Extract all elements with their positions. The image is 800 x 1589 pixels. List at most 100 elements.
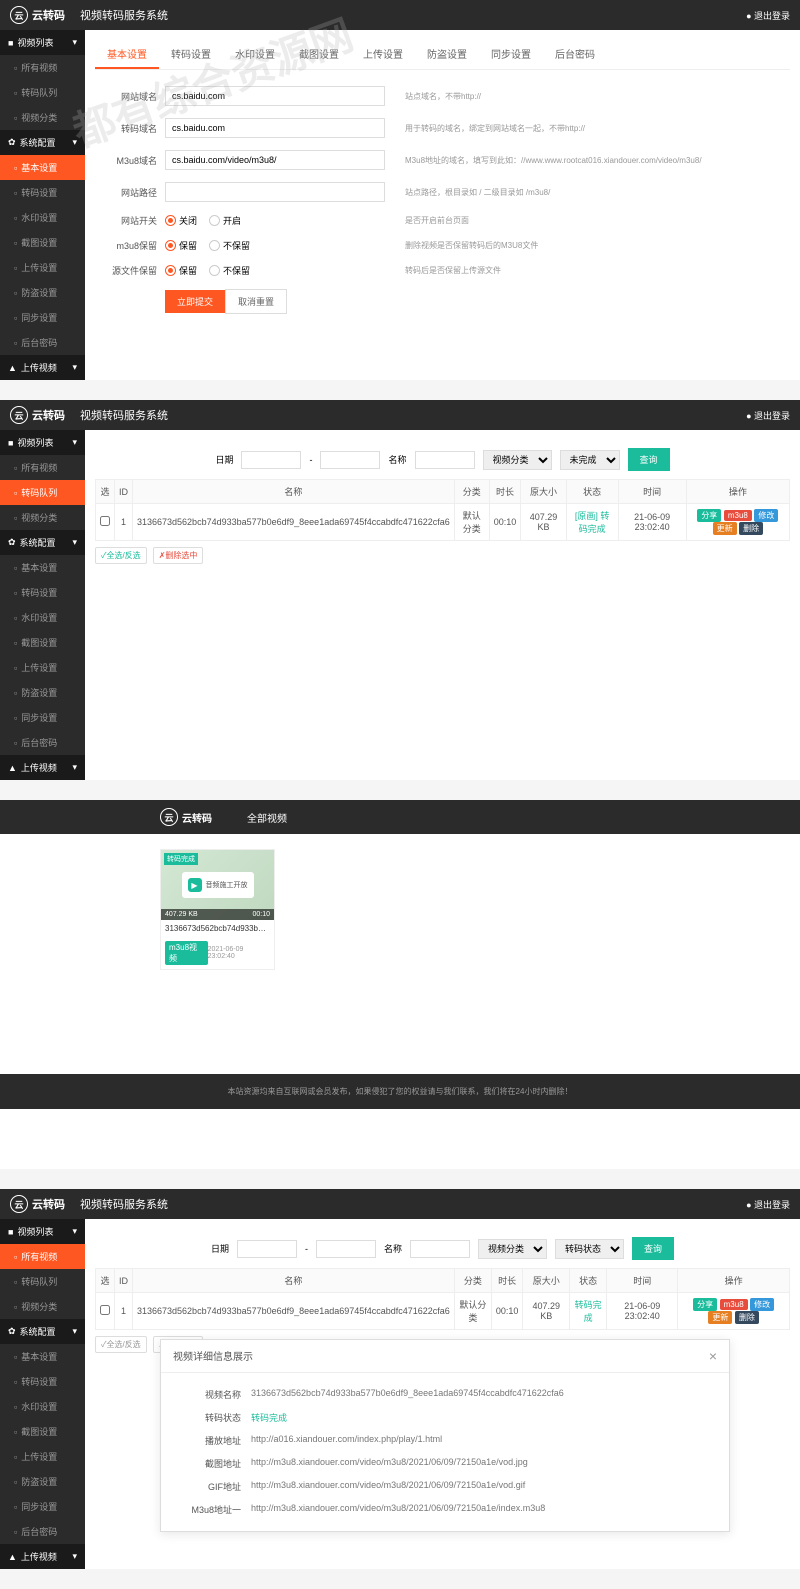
- sidebar-item-转码队列[interactable]: ▫转码队列: [0, 480, 85, 505]
- tab-基本设置[interactable]: 基本设置: [95, 40, 159, 69]
- row-checkbox[interactable]: [100, 1305, 110, 1315]
- sidebar-item-防盗设置[interactable]: ▫防盗设置: [0, 1469, 85, 1494]
- action-更新[interactable]: 更新: [708, 1311, 732, 1324]
- name-input[interactable]: [415, 451, 475, 469]
- radio-option[interactable]: 保留: [165, 264, 197, 277]
- reset-button[interactable]: 取消重置: [225, 289, 287, 314]
- form-input-M3u8域名[interactable]: [165, 150, 385, 170]
- action-分享[interactable]: 分享: [693, 1298, 717, 1311]
- status-select[interactable]: 转码状态: [555, 1239, 624, 1259]
- modal-close-button[interactable]: ×: [709, 1348, 717, 1364]
- thumb-status-badge: 转码完成: [164, 853, 198, 865]
- action-m3u8[interactable]: m3u8: [724, 510, 752, 521]
- radio-option[interactable]: 不保留: [209, 239, 250, 252]
- tab-水印设置[interactable]: 水印设置: [223, 40, 287, 69]
- logout-link[interactable]: ● 退出登录: [746, 409, 790, 422]
- date-from-input[interactable]: [237, 1240, 297, 1258]
- sidebar-item-视频列表[interactable]: ■视频列表▾: [0, 430, 85, 455]
- delete-selected-button[interactable]: ✗删除选中: [153, 547, 204, 564]
- sidebar-item-水印设置[interactable]: ▫水印设置: [0, 605, 85, 630]
- sidebar-item-上传视频[interactable]: ▲上传视频▾: [0, 755, 85, 780]
- radio-option[interactable]: 开启: [209, 214, 241, 227]
- date-to-input[interactable]: [320, 451, 380, 469]
- date-to-input[interactable]: [316, 1240, 376, 1258]
- sidebar-item-所有视频[interactable]: ▫所有视频: [0, 455, 85, 480]
- sidebar-item-系统配置[interactable]: ✿系统配置▾: [0, 1319, 85, 1344]
- tab-上传设置[interactable]: 上传设置: [351, 40, 415, 69]
- action-更新[interactable]: 更新: [713, 522, 737, 535]
- sidebar-item-视频分类[interactable]: ▫视频分类: [0, 1294, 85, 1319]
- sidebar-item-转码设置[interactable]: ▫转码设置: [0, 580, 85, 605]
- name-input[interactable]: [410, 1240, 470, 1258]
- sidebar-item-截图设置[interactable]: ▫截图设置: [0, 1419, 85, 1444]
- sidebar-item-转码设置[interactable]: ▫转码设置: [0, 180, 85, 205]
- sidebar-item-上传设置[interactable]: ▫上传设置: [0, 655, 85, 680]
- select-all-button[interactable]: ✓全选/反选: [95, 1336, 147, 1353]
- sidebar-item-所有视频[interactable]: ▫所有视频: [0, 1244, 85, 1269]
- logout-link[interactable]: ● 退出登录: [746, 9, 790, 22]
- sidebar-item-水印设置[interactable]: ▫水印设置: [0, 205, 85, 230]
- row-checkbox[interactable]: [100, 516, 110, 526]
- sidebar-item-水印设置[interactable]: ▫水印设置: [0, 1394, 85, 1419]
- modal-row: 播放地址http://a016.xiandouer.com/index.php/…: [181, 1429, 709, 1452]
- sidebar-item-同步设置[interactable]: ▫同步设置: [0, 305, 85, 330]
- sidebar-item-截图设置[interactable]: ▫截图设置: [0, 230, 85, 255]
- action-m3u8[interactable]: m3u8: [720, 1299, 748, 1310]
- sidebar-item-视频分类[interactable]: ▫视频分类: [0, 105, 85, 130]
- sidebar-item-上传设置[interactable]: ▫上传设置: [0, 1444, 85, 1469]
- form-input-转码域名[interactable]: [165, 118, 385, 138]
- sidebar-item-同步设置[interactable]: ▫同步设置: [0, 1494, 85, 1519]
- video-card[interactable]: 转码完成 ▶音频施工开放 407.29 KB00:10 3136673d562b…: [160, 849, 275, 970]
- sidebar-item-转码设置[interactable]: ▫转码设置: [0, 1369, 85, 1394]
- action-分享[interactable]: 分享: [697, 509, 721, 522]
- tab-截图设置[interactable]: 截图设置: [287, 40, 351, 69]
- sidebar-item-后台密码[interactable]: ▫后台密码: [0, 330, 85, 355]
- radio-option[interactable]: 不保留: [209, 264, 250, 277]
- search-button[interactable]: 查询: [632, 1237, 674, 1260]
- sidebar-item-系统配置[interactable]: ✿系统配置▾: [0, 530, 85, 555]
- tab-防盗设置[interactable]: 防盗设置: [415, 40, 479, 69]
- sidebar-item-后台密码[interactable]: ▫后台密码: [0, 730, 85, 755]
- category-select[interactable]: 视频分类: [483, 450, 552, 470]
- sidebar-item-防盗设置[interactable]: ▫防盗设置: [0, 280, 85, 305]
- nav-all-videos[interactable]: 全部视频: [247, 810, 287, 825]
- logout-link[interactable]: ● 退出登录: [746, 1198, 790, 1211]
- sidebar-item-防盗设置[interactable]: ▫防盗设置: [0, 680, 85, 705]
- radio-option[interactable]: 关闭: [165, 214, 197, 227]
- action-修改[interactable]: 修改: [750, 1298, 774, 1311]
- sidebar-item-转码队列[interactable]: ▫转码队列: [0, 80, 85, 105]
- sidebar-item-转码队列[interactable]: ▫转码队列: [0, 1269, 85, 1294]
- sidebar-item-上传设置[interactable]: ▫上传设置: [0, 255, 85, 280]
- radio-option[interactable]: 保留: [165, 239, 197, 252]
- sidebar-item-截图设置[interactable]: ▫截图设置: [0, 630, 85, 655]
- status-select[interactable]: 未完成: [560, 450, 620, 470]
- sidebar-item-基本设置[interactable]: ▫基本设置: [0, 1344, 85, 1369]
- date-from-input[interactable]: [241, 451, 301, 469]
- sidebar-item-同步设置[interactable]: ▫同步设置: [0, 705, 85, 730]
- sidebar-item-视频列表[interactable]: ■视频列表▾: [0, 30, 85, 55]
- form-input-网站域名[interactable]: [165, 86, 385, 106]
- sidebar-item-系统配置[interactable]: ✿系统配置▾: [0, 130, 85, 155]
- tab-同步设置[interactable]: 同步设置: [479, 40, 543, 69]
- tab-转码设置[interactable]: 转码设置: [159, 40, 223, 69]
- tab-后台密码[interactable]: 后台密码: [543, 40, 607, 69]
- sidebar-item-上传视频[interactable]: ▲上传视频▾: [0, 1544, 85, 1569]
- category-select[interactable]: 视频分类: [478, 1239, 547, 1259]
- sidebar-item-视频列表[interactable]: ■视频列表▾: [0, 1219, 85, 1244]
- form-input-网站路径[interactable]: [165, 182, 385, 202]
- modal-body: 视频名称3136673d562bcb74d933ba577b0e6df9_8ee…: [161, 1373, 729, 1531]
- search-button[interactable]: 查询: [628, 448, 670, 471]
- sidebar-item-所有视频[interactable]: ▫所有视频: [0, 55, 85, 80]
- sidebar-item-基本设置[interactable]: ▫基本设置: [0, 555, 85, 580]
- action-删除[interactable]: 删除: [739, 522, 763, 535]
- sidebar-item-上传视频[interactable]: ▲上传视频▾: [0, 355, 85, 380]
- sidebar-item-视频分类[interactable]: ▫视频分类: [0, 505, 85, 530]
- menu-icon: ✿: [8, 537, 16, 548]
- sidebar-item-基本设置[interactable]: ▫基本设置: [0, 155, 85, 180]
- action-修改[interactable]: 修改: [754, 509, 778, 522]
- sidebar-item-后台密码[interactable]: ▫后台密码: [0, 1519, 85, 1544]
- submit-button[interactable]: 立即提交: [165, 290, 225, 313]
- select-all-button[interactable]: ✓全选/反选: [95, 547, 147, 564]
- action-删除[interactable]: 删除: [735, 1311, 759, 1324]
- radio-group: 关闭开启: [165, 214, 385, 227]
